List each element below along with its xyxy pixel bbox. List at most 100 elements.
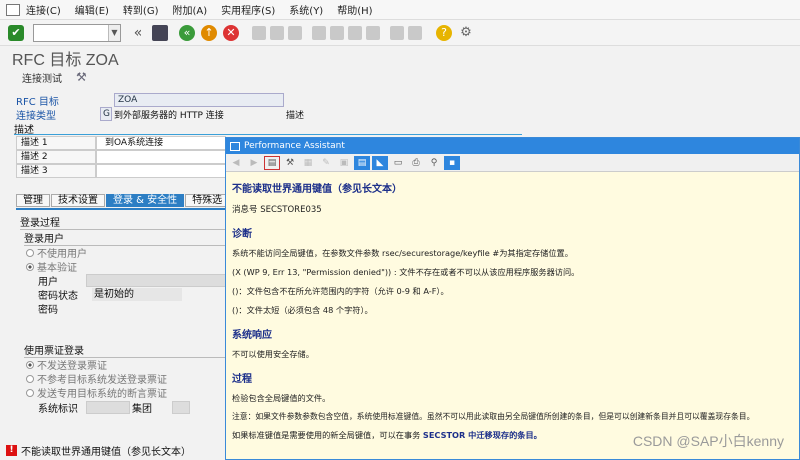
collapse-icon[interactable]: ◣ (372, 155, 388, 170)
next-page-icon (348, 25, 362, 40)
menu-goto[interactable]: 转到(G) (123, 2, 159, 17)
client-field[interactable] (172, 401, 190, 414)
tab-special-options[interactable]: 特殊选 (185, 194, 230, 207)
exit-icon[interactable]: ↑ (201, 24, 217, 41)
rfc-destination-label: RFC 目标 (16, 96, 59, 108)
password-row: 密码 (38, 301, 86, 316)
radio-ticket-no-ref[interactable]: 不参考目标系统发送登录票证 (26, 371, 167, 386)
description-short-label: 描述 (286, 110, 305, 121)
menu-edit[interactable]: 编辑(E) (75, 2, 109, 17)
status-message[interactable]: 不能读取世界通用键值（参见长文本） (21, 443, 191, 458)
tab-administration[interactable]: 管理 (16, 194, 50, 207)
menu-utilities[interactable]: 实用程序(S) (221, 2, 275, 17)
chevron-down-icon[interactable]: ▼ (108, 24, 120, 41)
system-response-text: 不可以使用安全存储。 (232, 349, 314, 359)
radio-dot[interactable] (26, 388, 34, 397)
performance-assistant-toolbar: ◀ ▶ ▤ ⚒ ▦ ✎ ▣ ▤ ◣ ▭ ⎙ ⚲ ▪ (226, 154, 799, 172)
find-next-icon (288, 25, 302, 40)
client-label: 集团 (132, 404, 152, 415)
status-bar[interactable]: ! 不能读取世界通用键值（参见长文本） (0, 441, 230, 460)
save-icon[interactable] (152, 24, 168, 41)
prev-page-icon (330, 25, 344, 40)
message-heading: 不能读取世界通用键值（参见长文本） (232, 184, 402, 195)
back-arrow-icon[interactable]: ◀ (228, 156, 244, 170)
message-number: 消息号 SECSTORE035 (232, 205, 322, 215)
description-field[interactable] (96, 164, 226, 178)
radio-assertion-ticket[interactable]: 发送专用目标系统的断言票证 (26, 385, 167, 400)
window-title: Performance Assistant (244, 141, 345, 151)
rfc-destination-field[interactable]: ZOA (114, 93, 284, 107)
tab-technical-settings[interactable]: 技术设置 (51, 194, 105, 207)
procedure-text: 注意：如果文件参数参数包含空值，系统使用标准键值。虽然不可以用此读取由另全局键值… (232, 412, 755, 421)
info-icon[interactable]: ▭ (390, 156, 406, 170)
performance-assistant-content: 不能读取世界通用键值（参见长文本） 消息号 SECSTORE035 诊断 系统不… (226, 172, 799, 447)
system-id-field[interactable] (86, 401, 130, 414)
radio-no-ticket[interactable]: 不发送登录票证 (26, 357, 107, 372)
command-field[interactable]: ▼ (33, 23, 121, 42)
connection-test-button[interactable]: 连接测试 (22, 70, 62, 85)
radio-dot[interactable] (26, 360, 34, 369)
gear-icon[interactable]: ⚙ (458, 25, 474, 41)
description-label: 描述 3 (16, 164, 96, 178)
new-session-icon (390, 25, 404, 40)
radio-dot[interactable] (26, 374, 34, 383)
cancel-icon[interactable]: ✕ (223, 24, 239, 41)
description-label: 描述 1 (16, 136, 96, 150)
user-field[interactable] (86, 274, 226, 287)
bookmark-icon[interactable]: ✎ (318, 156, 334, 170)
print-icon[interactable]: ⎙ (408, 156, 424, 170)
forward-arrow-icon[interactable]: ▶ (246, 156, 262, 170)
print-icon (252, 25, 266, 40)
description-row: 描述 3 (16, 164, 226, 178)
radio-dot[interactable] (26, 262, 34, 271)
collapse-icon[interactable]: « (130, 25, 146, 41)
radio-label: 不参考目标系统发送登录票证 (37, 375, 167, 386)
technical-info-icon[interactable]: ⚒ (282, 156, 298, 170)
first-page-icon (312, 25, 326, 40)
radio-dot[interactable] (26, 248, 34, 257)
system-response-heading: 系统响应 (232, 330, 272, 341)
diagnosis-heading: 诊断 (232, 229, 252, 240)
ticket-logon-title: 使用票证登录 (24, 342, 226, 358)
close-window-icon[interactable]: ▪ (444, 155, 460, 170)
connection-type-label: 连接类型 (16, 110, 56, 122)
description-row: 描述 1 到OA系统连接 (16, 136, 226, 150)
logon-procedure-title: 登录过程 (20, 214, 226, 230)
window-menu-icon[interactable] (6, 3, 20, 16)
performance-assistant-titlebar[interactable]: Performance Assistant (226, 138, 799, 154)
help-icon[interactable]: ? (436, 24, 452, 41)
procedure-heading: 过程 (232, 374, 252, 385)
radio-label: 基本验证 (37, 263, 77, 274)
glossary-icon[interactable]: ▦ (300, 156, 316, 170)
connection-type-code[interactable]: G (100, 107, 112, 121)
enter-icon[interactable]: ✔ (8, 24, 24, 41)
connection-type-text: 到外部服务器的 HTTP 连接 (114, 110, 224, 121)
application-toolbar: 连接测试 ⚒ (0, 67, 800, 87)
procedure-text-prefix: 如果标准键值是需要使用的新全局键值，可以在事务 (232, 430, 423, 440)
password-label: 密码 (38, 305, 58, 316)
radio-label: 不使用用户 (37, 249, 87, 260)
settings-icon[interactable]: ▣ (336, 156, 352, 170)
logon-security-panel: 登录过程 登录用户 不使用用户 基本验证 用户 密码状态 是初始的 密码 使用票… (16, 208, 226, 436)
shortcut-icon (408, 25, 422, 40)
connection-type-row: 连接类型 G 到外部服务器的 HTTP 连接 描述 (16, 107, 305, 122)
secstor-link[interactable]: SECSTOR 中迁移现存的条目。 (423, 430, 542, 440)
diagnosis-text: (X (WP 9, Err 13, "Permission denied")) … (232, 267, 580, 277)
description-row: 描述 2 (16, 150, 226, 164)
performance-assistant-window: Performance Assistant ◀ ▶ ▤ ⚒ ▦ ✎ ▣ ▤ ◣ … (225, 137, 800, 460)
radio-basic-auth[interactable]: 基本验证 (26, 259, 77, 274)
description-field[interactable] (96, 150, 226, 164)
table-icon[interactable]: ▤ (354, 155, 370, 170)
radio-no-user[interactable]: 不使用用户 (26, 245, 87, 260)
description-section-header: 描述 (14, 121, 522, 136)
document-icon[interactable]: ▤ (264, 155, 280, 170)
binoculars-icon[interactable]: ⚲ (426, 156, 442, 170)
menu-help[interactable]: 帮助(H) (337, 2, 372, 17)
tools-icon[interactable]: ⚒ (76, 70, 90, 84)
menu-extras[interactable]: 附加(A) (172, 2, 207, 17)
back-icon[interactable]: « (179, 24, 195, 41)
menu-connection[interactable]: 连接(C) (26, 2, 61, 17)
tab-logon-security[interactable]: 登录 & 安全性 (106, 194, 185, 207)
description-field[interactable]: 到OA系统连接 (96, 136, 226, 150)
menu-system[interactable]: 系统(Y) (289, 2, 323, 17)
